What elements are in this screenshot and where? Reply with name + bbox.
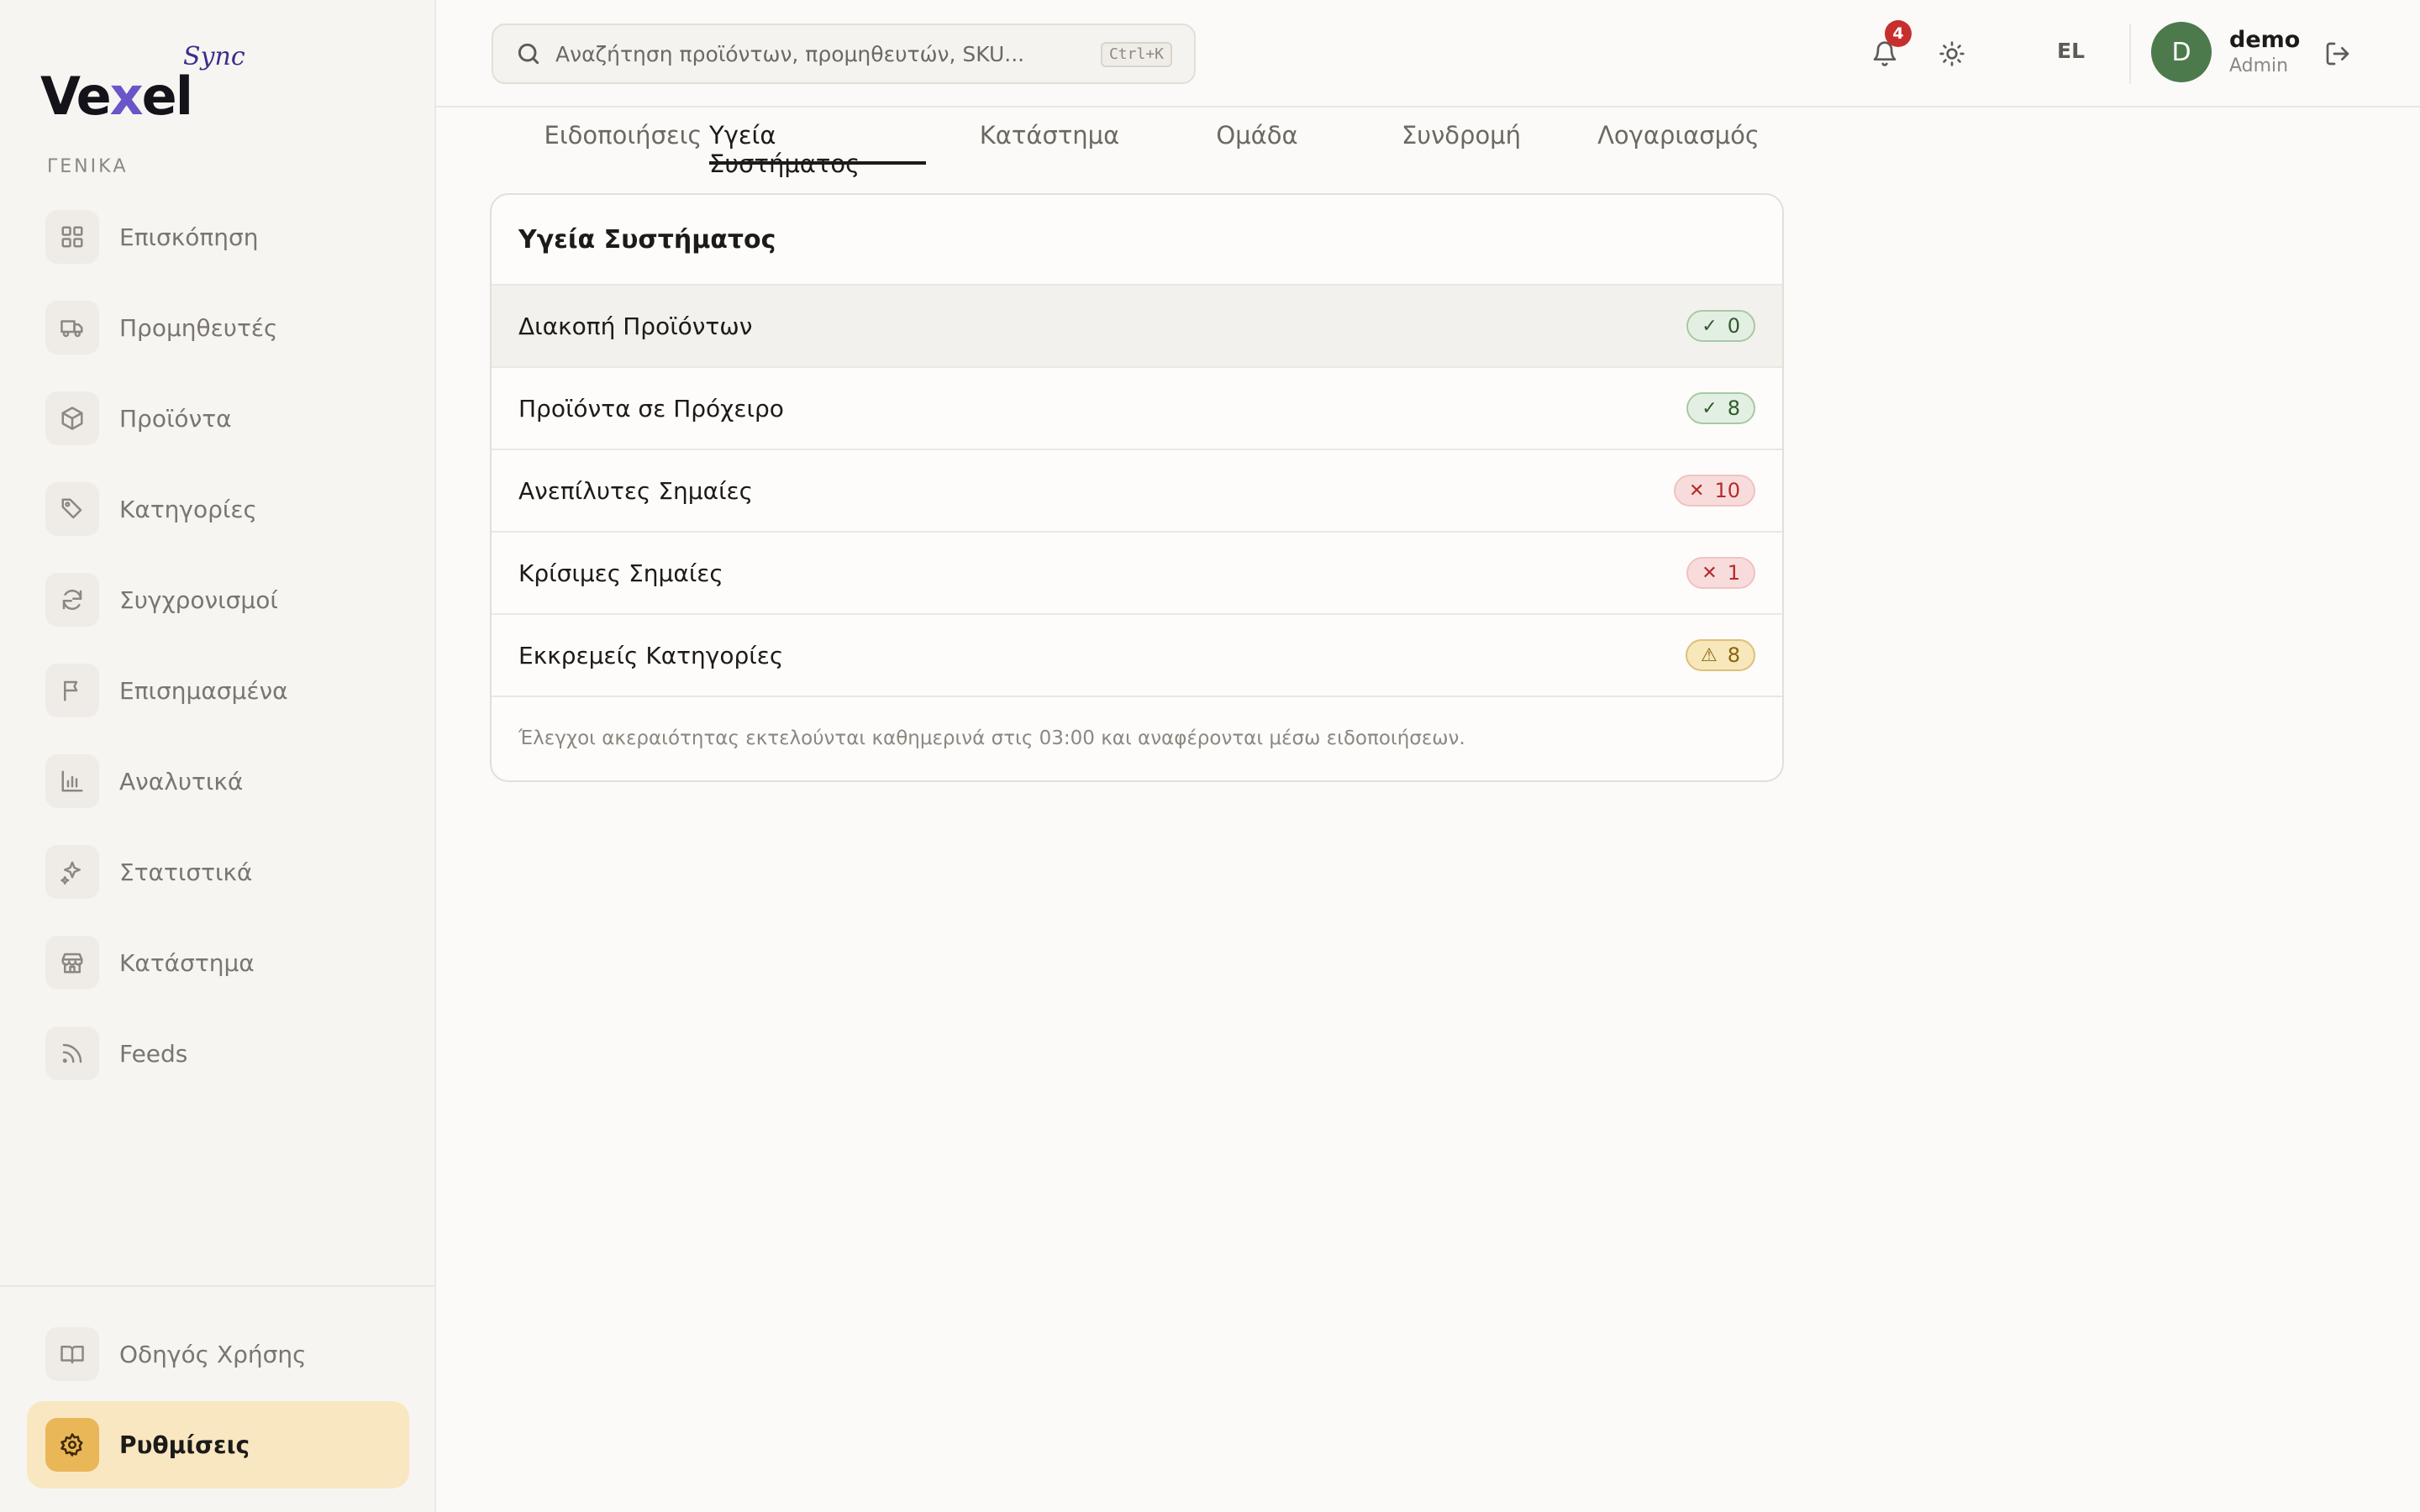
sidebar-item-categories[interactable]: Κατηγορίες — [27, 465, 409, 553]
tab-system-health[interactable]: Υγεία Συστήματος — [709, 116, 926, 178]
gear-icon — [45, 1418, 99, 1472]
health-row-label: Εκκρεμείς Κατηγορίες — [518, 641, 784, 669]
sun-icon — [1939, 41, 1965, 66]
warning-icon: ⚠ — [1700, 644, 1718, 666]
sidebar-footer: Οδηγός Χρήσης Ρυθμίσεις — [0, 1285, 434, 1512]
sidebar-item-label: Οδηγός Χρήσης — [119, 1340, 307, 1368]
sidebar-item-label: Feeds — [119, 1039, 188, 1068]
status-badge: ⚠ 8 — [1685, 639, 1755, 671]
book-icon — [45, 1327, 99, 1381]
system-health-card: Υγεία Συστήματος Διακοπή Προϊόντων ✓ 0 Πρ… — [490, 193, 1784, 782]
health-row-unresolved-flags[interactable]: Ανεπίλυτες Σημαίες ✕ 10 — [492, 450, 1782, 533]
grid-icon — [45, 210, 99, 264]
status-badge: ✓ 8 — [1686, 392, 1755, 424]
notification-count-badge: 4 — [1885, 20, 1912, 47]
logo-sync: Sync — [183, 42, 245, 71]
sidebar-item-label: Κατηγορίες — [119, 495, 257, 523]
sidebar: Vexel Sync ΓΕΝΙΚΑ Επισκόπηση Προμηθευτές… — [0, 0, 436, 1512]
health-row-draft-products[interactable]: Προϊόντα σε Πρόχειρο ✓ 8 — [492, 368, 1782, 450]
check-icon: ✓ — [1702, 315, 1718, 337]
x-icon: ✕ — [1702, 562, 1718, 584]
health-row-pending-categories[interactable]: Εκκρεμείς Κατηγορίες ⚠ 8 — [492, 615, 1782, 697]
check-icon: ✓ — [1702, 397, 1718, 419]
logout-button[interactable] — [2314, 30, 2361, 77]
tab-account[interactable]: Λογαριασμός — [1580, 116, 1777, 165]
logout-icon — [2326, 42, 2349, 66]
health-row-discontinued-products[interactable]: Διακοπή Προϊόντων ✓ 0 — [492, 286, 1782, 368]
sidebar-nav: Επισκόπηση Προμηθευτές Προϊόντα Κατηγορί… — [27, 193, 409, 1100]
health-row-label: Προϊόντα σε Πρόχειρο — [518, 394, 784, 423]
avatar[interactable]: D — [2151, 22, 2212, 82]
health-row-critical-flags[interactable]: Κρίσιμες Σημαίες ✕ 1 — [492, 533, 1782, 615]
sidebar-item-label: Επισκόπηση — [119, 223, 259, 251]
theme-toggle-button[interactable] — [1928, 30, 1975, 77]
sidebar-item-suppliers[interactable]: Προμηθευτές — [27, 284, 409, 371]
status-badge: ✕ 1 — [1686, 557, 1755, 589]
tab-team[interactable]: Ομάδα — [1173, 116, 1341, 165]
search-shortcut: Ctrl+K — [1100, 42, 1172, 67]
sidebar-item-store[interactable]: Κατάστημα — [27, 919, 409, 1006]
flag-icon — [45, 664, 99, 717]
sidebar-item-label: Στατιστικά — [119, 858, 253, 886]
section-label-general: ΓΕΝΙΚΑ — [47, 156, 129, 177]
search-box[interactable]: Ctrl+K — [492, 24, 1196, 84]
sidebar-item-label: Προμηθευτές — [119, 313, 278, 342]
card-title: Υγεία Συστήματος — [492, 195, 1782, 286]
x-icon: ✕ — [1689, 480, 1705, 501]
sidebar-item-label: Προϊόντα — [119, 404, 232, 433]
sidebar-item-feeds[interactable]: Feeds — [27, 1010, 409, 1097]
sidebar-item-statistics[interactable]: Στατιστικά — [27, 828, 409, 916]
top-header: Ctrl+K 4 EL D demo Admin — [436, 0, 2420, 108]
language-switch[interactable]: EL — [2057, 39, 2085, 63]
status-badge: ✓ 0 — [1686, 310, 1755, 342]
tab-store[interactable]: Κατάστημα — [965, 116, 1134, 165]
sidebar-item-user-guide[interactable]: Οδηγός Χρήσης — [27, 1310, 409, 1398]
search-icon — [518, 43, 539, 65]
sidebar-item-label: Κατάστημα — [119, 948, 255, 977]
sidebar-item-syncs[interactable]: Συγχρονισμοί — [27, 556, 409, 643]
box-icon — [45, 391, 99, 445]
sidebar-item-flagged[interactable]: Επισημασμένα — [27, 647, 409, 734]
logo[interactable]: Vexel Sync — [40, 42, 259, 127]
store-icon — [45, 936, 99, 990]
card-footnote: Έλεγχοι ακεραιότητας εκτελούνται καθημερ… — [518, 727, 1465, 749]
health-row-label: Κρίσιμες Σημαίες — [518, 559, 723, 587]
rss-icon — [45, 1026, 99, 1080]
notifications-button[interactable]: 4 — [1861, 20, 1912, 77]
health-row-label: Διακοπή Προϊόντων — [518, 312, 753, 340]
header-divider — [2129, 24, 2131, 84]
status-badge: ✕ 10 — [1674, 475, 1755, 507]
settings-tabs: Ειδοποιήσεις Υγεία Συστήματος Κατάστημα … — [492, 108, 1802, 178]
sidebar-item-label: Αναλυτικά — [119, 767, 244, 795]
sidebar-item-label: Επισημασμένα — [119, 676, 288, 705]
user-role: Admin — [2229, 55, 2289, 76]
sidebar-item-analytics[interactable]: Αναλυτικά — [27, 738, 409, 825]
truck-icon — [45, 301, 99, 354]
logo-wordmark: Vexel — [40, 66, 193, 127]
user-name: demo — [2229, 27, 2301, 53]
bar-chart-icon — [45, 754, 99, 808]
sidebar-item-overview[interactable]: Επισκόπηση — [27, 193, 409, 281]
tag-icon — [45, 482, 99, 536]
health-row-label: Ανεπίλυτες Σημαίες — [518, 476, 754, 505]
sync-icon — [45, 573, 99, 627]
search-input[interactable] — [555, 41, 1093, 66]
sidebar-item-label: Ρυθμίσεις — [119, 1431, 250, 1459]
sparkles-icon — [45, 845, 99, 899]
sidebar-item-products[interactable]: Προϊόντα — [27, 375, 409, 462]
sidebar-item-label: Συγχρονισμοί — [119, 585, 278, 614]
tab-notifications[interactable]: Ειδοποιήσεις — [529, 116, 718, 165]
sidebar-item-settings[interactable]: Ρυθμίσεις — [27, 1401, 409, 1488]
tab-subscription[interactable]: Συνδρομή — [1377, 116, 1545, 165]
